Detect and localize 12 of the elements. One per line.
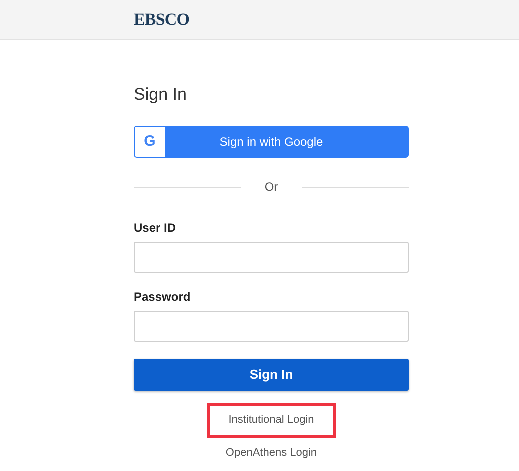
- login-link[interactable]: Institutional Login: [206, 403, 336, 438]
- input-field[interactable]: [134, 242, 409, 273]
- page-title: Sign In: [134, 84, 188, 106]
- field-label: User ID: [134, 220, 178, 236]
- input-field[interactable]: [134, 311, 409, 342]
- logo[interactable]: EBSCO: [134, 6, 190, 32]
- field-label: Password: [134, 289, 192, 305]
- login-link[interactable]: OpenAthens Login: [226, 444, 318, 462]
- google-icon: G: [135, 127, 165, 157]
- google-sign-in-button[interactable]: G Sign in with Google: [134, 126, 409, 158]
- sign-in-button[interactable]: Sign In: [134, 359, 409, 391]
- divider-label: Or: [264, 179, 278, 196]
